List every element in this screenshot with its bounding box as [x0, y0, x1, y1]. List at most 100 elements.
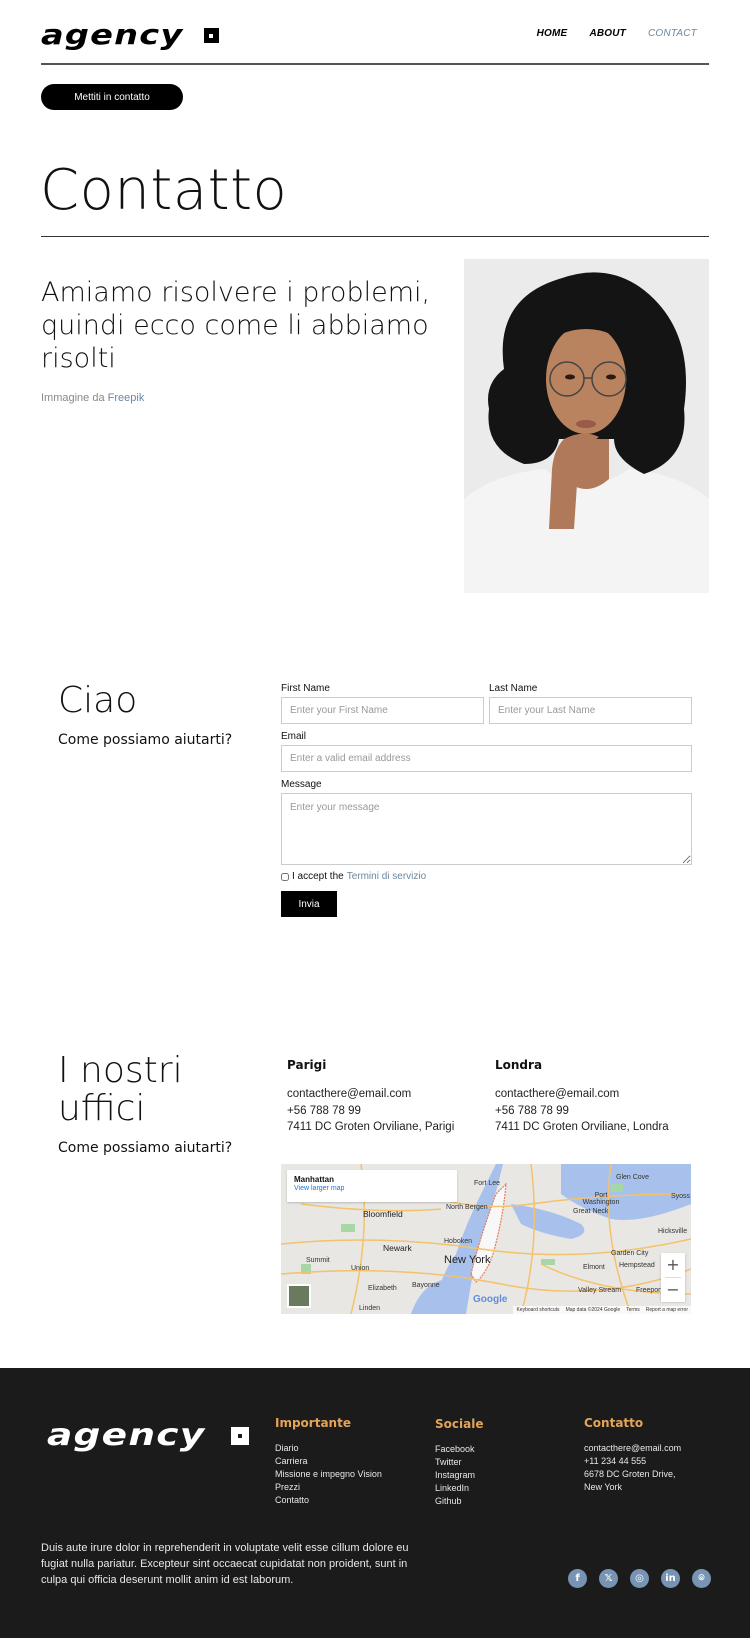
submit-button[interactable]: Invia	[281, 891, 337, 917]
get-in-touch-button[interactable]: Mettiti in contatto	[41, 84, 183, 110]
x-twitter-icon[interactable]: 𝕏	[599, 1569, 618, 1588]
message-textarea[interactable]	[281, 793, 692, 865]
footer-city: New York	[584, 1482, 623, 1492]
footer-link[interactable]: LinkedIn	[435, 1482, 483, 1495]
office-city: Parigi	[287, 1058, 327, 1072]
footer-link[interactable]: Diario	[275, 1442, 382, 1455]
map-attribution: Keyboard shortcuts Map data ©2024 Google…	[513, 1306, 691, 1314]
map-label: Newark	[383, 1243, 412, 1253]
office-london: Londra contacthere@email.com +56 788 78 …	[495, 1058, 669, 1136]
report-error-link[interactable]: Report a map error	[646, 1307, 688, 1313]
map-label: Port Washington	[582, 1192, 620, 1206]
accept-text: I accept the	[292, 871, 344, 882]
first-name-input[interactable]	[281, 697, 484, 724]
map-label: Hempstead	[619, 1262, 655, 1269]
footer-col-title: Importante	[275, 1416, 351, 1430]
google-logo: Google	[473, 1294, 508, 1305]
footer-logo-text: agency	[47, 1418, 206, 1453]
office-address: 7411 DC Groten Orviliane, Parigi	[287, 1121, 455, 1133]
terms-row: I accept the Termini di servizio	[281, 871, 426, 882]
footer-link[interactable]: Instagram	[435, 1469, 483, 1482]
contact-section-subtitle: Come possiamo aiutarti?	[58, 732, 233, 748]
footer-email: contacthere@email.com	[584, 1443, 682, 1453]
map-label: Elizabeth	[368, 1285, 397, 1292]
map-label: Freeport	[636, 1287, 663, 1294]
map-label: New York	[444, 1254, 491, 1266]
zoom-out-button[interactable]: −	[661, 1278, 685, 1302]
first-name-label: First Name	[281, 683, 330, 694]
logo[interactable]: agency	[41, 21, 219, 49]
footer-address: 6678 DC Groten Drive,	[584, 1469, 676, 1479]
map-label: Linden	[359, 1305, 381, 1312]
footer-link[interactable]: Prezzi	[275, 1481, 382, 1494]
footer-link[interactable]: Twitter	[435, 1456, 483, 1469]
nav-contact[interactable]: CONTACT	[648, 28, 697, 39]
footer-link[interactable]: Facebook	[435, 1443, 483, 1456]
offices-section-title: I nostri uffici	[58, 1050, 183, 1129]
footer-logo-square-icon	[230, 1426, 249, 1445]
footer-link[interactable]: Carriera	[275, 1455, 382, 1468]
contact-section-title: Ciao	[58, 680, 138, 721]
office-paris: Parigi contacthere@email.com +56 788 78 …	[287, 1058, 454, 1136]
map-data-text: Map data ©2024 Google	[565, 1307, 621, 1313]
map-label: Union	[351, 1265, 370, 1272]
map-label: Summit	[306, 1257, 330, 1264]
map-label: Hoboken	[444, 1238, 473, 1245]
zoom-in-button[interactable]: +	[661, 1253, 685, 1277]
map-embed[interactable]: Bloomfield North Bergen Fort Lee Newark …	[281, 1164, 691, 1314]
map-label: Hicksville	[658, 1228, 688, 1235]
footer-logo[interactable]: agency	[47, 1418, 249, 1453]
map-place-name: Manhattan	[294, 1175, 334, 1184]
map-label: Glen Cove	[616, 1174, 650, 1181]
message-label: Message	[281, 779, 322, 790]
woman-thinking-illustration	[464, 259, 709, 593]
map-label: North Bergen	[446, 1204, 488, 1211]
nav-about[interactable]: ABOUT	[589, 28, 626, 39]
map-label: Bloomfield	[363, 1209, 403, 1219]
freepik-link[interactable]: Freepik	[108, 392, 145, 404]
facebook-icon[interactable]: f	[568, 1569, 587, 1588]
offices-section-subtitle: Come possiamo aiutarti?	[58, 1140, 233, 1156]
office-email: contacthere@email.com	[287, 1088, 412, 1100]
view-larger-map-link[interactable]: View larger map	[294, 1185, 450, 1192]
terms-link[interactable]: Termini di servizio	[347, 871, 426, 882]
office-phone: +56 788 78 99	[287, 1104, 361, 1117]
terms-link[interactable]: Terms	[626, 1307, 640, 1313]
map-place-card: Manhattan View larger map	[287, 1170, 457, 1202]
github-icon[interactable]: ⌾	[692, 1569, 711, 1588]
image-credit: Immagine da Freepik	[41, 392, 144, 404]
logo-square-icon	[203, 27, 219, 43]
instagram-icon[interactable]: ◎	[630, 1569, 649, 1588]
site-header: agency HOME ABOUT CONTACT	[41, 0, 709, 65]
last-name-input[interactable]	[489, 697, 692, 724]
credit-prefix: Immagine da	[41, 392, 105, 404]
map-label: Fort Lee	[474, 1180, 501, 1187]
satellite-toggle[interactable]	[287, 1284, 311, 1308]
hero-headline: Amiamo risolvere i problemi, quindi ecco…	[41, 277, 431, 374]
keyboard-shortcuts-link[interactable]: Keyboard shortcuts	[516, 1307, 559, 1313]
footer-col-title: Sociale	[435, 1417, 484, 1431]
map-zoom-controls: + −	[661, 1253, 685, 1302]
accept-terms-checkbox[interactable]	[281, 872, 289, 881]
map-label: Great Neck	[573, 1208, 609, 1215]
office-city: Londra	[495, 1058, 543, 1072]
main-nav: HOME ABOUT CONTACT	[537, 28, 697, 39]
email-label: Email	[281, 731, 307, 742]
hero-photo	[464, 259, 709, 593]
map-label: Garden City	[611, 1250, 649, 1257]
map-label: Elmont	[583, 1264, 605, 1271]
footer-phone: +11 234 44 555	[584, 1456, 647, 1466]
map-label: Syoss	[671, 1193, 691, 1200]
footer-link[interactable]: Github	[435, 1495, 483, 1508]
site-footer: agency Importante Diario Carriera Missio…	[0, 1368, 750, 1638]
linkedin-icon[interactable]: in	[661, 1569, 680, 1588]
nav-home[interactable]: HOME	[537, 28, 568, 39]
office-phone: +56 788 78 99	[495, 1104, 569, 1117]
footer-link[interactable]: Contatto	[275, 1494, 382, 1507]
logo-text: agency	[41, 18, 184, 51]
footer-description: Duis aute irure dolor in reprehenderit i…	[41, 1542, 409, 1586]
footer-col-social: Sociale Facebook Twitter Instagram Linke…	[435, 1417, 483, 1508]
email-input[interactable]	[281, 745, 692, 772]
map-label: Bayonne	[412, 1282, 440, 1289]
footer-link[interactable]: Missione e impegno Vision	[275, 1468, 382, 1481]
